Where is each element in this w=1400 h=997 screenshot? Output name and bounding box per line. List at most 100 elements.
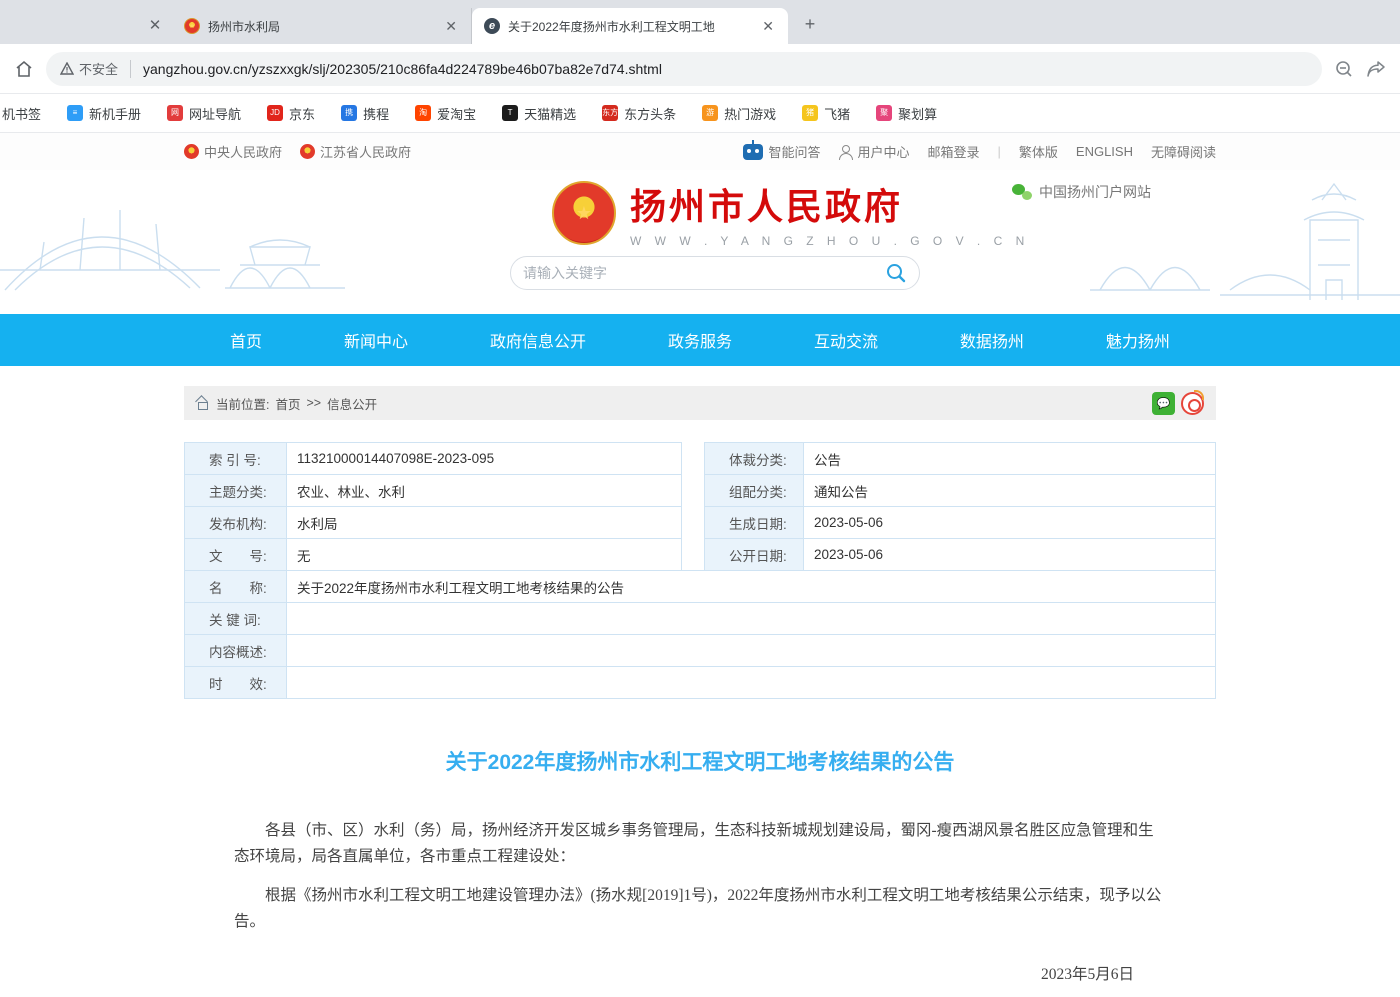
close-icon[interactable]: ✕ (138, 8, 172, 42)
gov-emblem-icon (184, 144, 199, 159)
close-icon[interactable]: ✕ (758, 16, 778, 37)
search-icon[interactable] (885, 262, 907, 284)
meta-value: 关于2022年度扬州市水利工程文明工地考核结果的公告 (287, 570, 1216, 603)
meta-label: 体裁分类: (704, 442, 804, 475)
share-icon[interactable] (1366, 60, 1386, 78)
table-row: 内容概述: (184, 634, 1216, 667)
link-label: 繁体版 (1019, 142, 1058, 161)
link-jiangsu-gov[interactable]: 江苏省人民政府 (300, 142, 411, 161)
browser-toolbar: 不安全 yangzhou.gov.cn/yzszxxgk/slj/202305/… (0, 44, 1400, 94)
table-row: 发布机构: 水利局 生成日期: 2023-05-06 (184, 506, 1216, 539)
link-label: 江苏省人民政府 (320, 142, 411, 161)
link-traditional[interactable]: 繁体版 (1019, 142, 1058, 161)
tab-announcement-active[interactable]: e 关于2022年度扬州市水利工程文明工地 ✕ (472, 8, 788, 44)
breadcrumb-current[interactable]: 信息公开 (327, 394, 377, 413)
bookmark-label: 天猫精选 (524, 104, 576, 123)
bookmark-item[interactable]: 淘爱淘宝 (415, 104, 476, 123)
url-text[interactable]: yangzhou.gov.cn/yzszxxgk/slj/202305/210c… (143, 61, 662, 77)
link-accessibility[interactable]: 无障碍阅读 (1151, 142, 1216, 161)
meta-value: 无 (287, 538, 682, 571)
breadcrumb-home[interactable]: 首页 (275, 394, 300, 413)
national-emblem-icon: ★ (552, 181, 616, 245)
main-content: 当前位置: 首页 >> 信息公开 💬 索 引 号: 11321000014407… (184, 366, 1216, 997)
site-name: 扬州市人民政府 (630, 178, 1029, 230)
bookmark-item[interactable]: 网网址导航 (167, 104, 241, 123)
nav-item-charm[interactable]: 魅力扬州 (1106, 328, 1170, 352)
meta-value: 农业、林业、水利 (287, 474, 682, 507)
breadcrumb-prefix: 当前位置: (216, 394, 269, 413)
link-mail-login[interactable]: 邮箱登录 (927, 142, 979, 161)
nav-item-news[interactable]: 新闻中心 (344, 328, 408, 352)
bookmark-item[interactable]: JD京东 (267, 104, 315, 123)
bookmark-item[interactable]: 聚聚划算 (876, 104, 937, 123)
meta-value: 水利局 (287, 506, 682, 539)
meta-label: 内容概述: (184, 634, 287, 667)
document-meta-table: 索 引 号: 11321000014407098E-2023-095 体裁分类:… (184, 442, 1216, 699)
bookmark-favicon: T (502, 105, 518, 121)
browser-logo-icon: e (484, 18, 500, 34)
bookmark-item[interactable]: ≡新机手册 (67, 104, 141, 123)
close-icon[interactable]: ✕ (441, 16, 461, 37)
link-ai-qa[interactable]: 智能问答 (743, 142, 820, 161)
bookmark-label: 飞猪 (824, 104, 850, 123)
wechat-share-icon[interactable]: 💬 (1152, 392, 1175, 415)
link-english[interactable]: ENGLISH (1076, 144, 1133, 159)
weibo-share-icon[interactable] (1181, 392, 1204, 415)
bookmark-item[interactable]: 携携程 (341, 104, 389, 123)
bookmarks-bar: 机书签 ≡新机手册 网网址导航 JD京东 携携程 淘爱淘宝 T 天猫精选 东方东方… (0, 94, 1400, 133)
table-row: 文 号: 无 公开日期: 2023-05-06 (184, 538, 1216, 571)
gov-top-bar: 中央人民政府 江苏省人民政府 智能问答 用户中心 邮箱登录 | 繁体版 ENGL… (0, 133, 1400, 170)
meta-label: 关 键 词: (184, 602, 287, 635)
nav-item-services[interactable]: 政务服务 (668, 328, 732, 352)
article: 关于2022年度扬州市水利工程文明工地考核结果的公告 各县（市、区）水利（务）局… (184, 746, 1216, 997)
nav-item-data[interactable]: 数据扬州 (960, 328, 1024, 352)
table-row: 关 键 词: (184, 602, 1216, 635)
home-icon (196, 397, 210, 409)
bookmark-label: 东方头条 (624, 104, 676, 123)
new-tab-button[interactable]: + (796, 10, 824, 38)
bookmark-item[interactable]: 游热门游戏 (702, 104, 776, 123)
article-paragraph: 根据《扬州市水利工程文明工地建设管理办法》(扬水规[2019]1号)，2022年… (234, 883, 1166, 934)
site-search[interactable] (510, 256, 920, 290)
security-label: 不安全 (79, 59, 118, 78)
meta-label: 发布机构: (184, 506, 287, 539)
link-user-center[interactable]: 用户中心 (838, 142, 909, 161)
link-label: 邮箱登录 (927, 142, 979, 161)
nav-item-home[interactable]: 首页 (230, 328, 262, 352)
search-input[interactable] (523, 265, 885, 281)
meta-value: 11321000014407098E-2023-095 (287, 442, 682, 475)
bookmark-label: 网址导航 (189, 104, 241, 123)
security-status[interactable]: 不安全 (60, 59, 118, 78)
zoom-out-icon[interactable] (1334, 59, 1354, 79)
portal-badge[interactable]: 中国扬州门户网站 (1012, 182, 1151, 202)
gov-emblem-icon: ★ (184, 18, 200, 34)
bookmark-item[interactable]: 东方东方头条 (602, 104, 676, 123)
bookmark-label: 携程 (363, 104, 389, 123)
portal-label: 中国扬州门户网站 (1039, 182, 1151, 202)
link-central-gov[interactable]: 中央人民政府 (184, 142, 282, 161)
bookmark-item[interactable]: 猪飞猪 (802, 104, 850, 123)
nav-item-interaction[interactable]: 互动交流 (814, 328, 878, 352)
meta-label: 时 效: (184, 666, 287, 699)
tab-title: 扬州市水利局 (208, 18, 433, 35)
bookmark-item[interactable]: T 天猫精选 (502, 104, 576, 123)
address-bar[interactable]: 不安全 yangzhou.gov.cn/yzszxxgk/slj/202305/… (46, 52, 1322, 86)
link-label: ENGLISH (1076, 144, 1133, 159)
bookmark-label: 机书签 (2, 104, 41, 123)
article-title: 关于2022年度扬州市水利工程文明工地考核结果的公告 (234, 746, 1166, 776)
tab-shuiliju[interactable]: ★ 扬州市水利局 ✕ (172, 8, 472, 44)
article-paragraph: 各县（市、区）水利（务）局，扬州经济开发区城乡事务管理局，生态科技新城规划建设局… (234, 818, 1166, 869)
meta-label: 生成日期: (704, 506, 804, 539)
home-icon[interactable] (14, 59, 34, 79)
nav-item-info-disclosure[interactable]: 政府信息公开 (490, 328, 586, 352)
site-logo[interactable]: ★ 扬州市人民政府 W W W . Y A N G Z H O U . G O … (552, 178, 1029, 248)
robot-icon (743, 144, 763, 160)
bookmark-label: 爱淘宝 (437, 104, 476, 123)
meta-value (287, 602, 1216, 635)
wechat-icon (1012, 184, 1032, 200)
meta-label: 公开日期: (704, 538, 804, 571)
warning-icon (60, 62, 74, 75)
table-row: 名 称: 关于2022年度扬州市水利工程文明工地考核结果的公告 (184, 570, 1216, 603)
bookmark-item[interactable]: 机书签 (2, 104, 41, 123)
bookmark-label: 聚划算 (898, 104, 937, 123)
